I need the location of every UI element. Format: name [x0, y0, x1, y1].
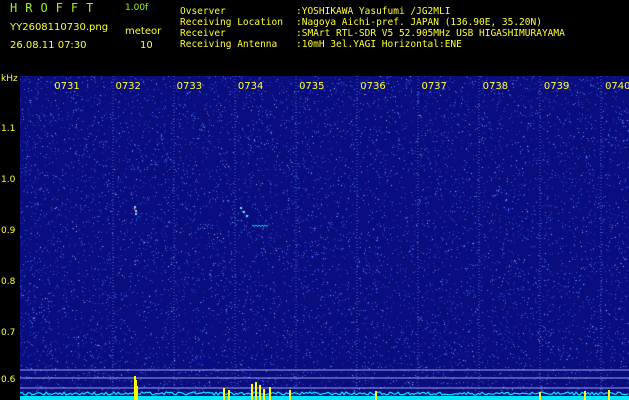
time-tick-label: 0733 — [176, 81, 203, 92]
info-row-antenna: Receiving Antenna :10mH 3el.YAGI Horizon… — [180, 39, 565, 50]
info-value: :YOSHIKAWA Yasufumi /JG2MLI — [296, 6, 451, 17]
meteor-label: meteor — [125, 26, 162, 37]
info-row-location: Receiving Location :Nagoya Aichi-pref. J… — [180, 17, 565, 28]
signal-baseline — [20, 396, 629, 400]
y-tick-label: 0.8 — [1, 277, 16, 287]
time-tick-label: 0732 — [115, 81, 141, 92]
image-filename: YY2608110730.png — [10, 22, 109, 33]
info-value: :10mH 3el.YAGI Horizontal:ENE — [296, 39, 462, 50]
time-tick-label: 0739 — [543, 81, 570, 92]
y-tick-label: 0.6 — [1, 375, 16, 385]
info-key: Receiver — [180, 28, 226, 39]
info-key: Ovserver — [180, 6, 226, 17]
info-value: :SMArt RTL-SDR V5 52.905MHz USB HIGASHIM… — [296, 28, 565, 39]
app-title: HROFFT — [10, 1, 102, 15]
time-tick-label: 0737 — [421, 81, 447, 92]
capture-datetime: 26.08.11 07:30 — [10, 40, 87, 51]
spectrogram-overlay — [20, 76, 629, 400]
station-info: Ovserver :YOSHIKAWA Yasufumi /JG2MLI Rec… — [180, 6, 565, 50]
info-key: Receiving Antenna — [180, 39, 278, 50]
time-tick-label: 0740 — [605, 81, 629, 92]
y-tick-label: 1.1 — [1, 124, 16, 134]
info-key: Receiving Location — [180, 17, 283, 28]
time-tick-label: 0735 — [299, 81, 325, 92]
y-tick-label: 1.0 — [1, 175, 16, 185]
info-row-receiver: Receiver :SMArt RTL-SDR V5 52.905MHz USB… — [180, 28, 565, 39]
info-row-observer: Ovserver :YOSHIKAWA Yasufumi /JG2MLI — [180, 6, 565, 17]
app-version: 1.00f — [125, 3, 149, 13]
meteor-count: 10 — [140, 40, 153, 51]
spectrogram-panel — [20, 76, 629, 400]
y-tick-label: 0.9 — [1, 226, 16, 236]
y-tick-label: 0.7 — [1, 328, 16, 338]
time-tick-label: 0731 — [54, 81, 80, 92]
time-tick-label: 0734 — [237, 81, 264, 92]
y-axis-unit: kHz — [1, 74, 18, 84]
signal-trace — [20, 391, 629, 396]
info-value: :Nagoya Aichi-pref. JAPAN (136.90E, 35.2… — [296, 17, 542, 28]
time-tick-label: 0738 — [482, 81, 509, 92]
time-tick-label: 0736 — [360, 81, 386, 92]
